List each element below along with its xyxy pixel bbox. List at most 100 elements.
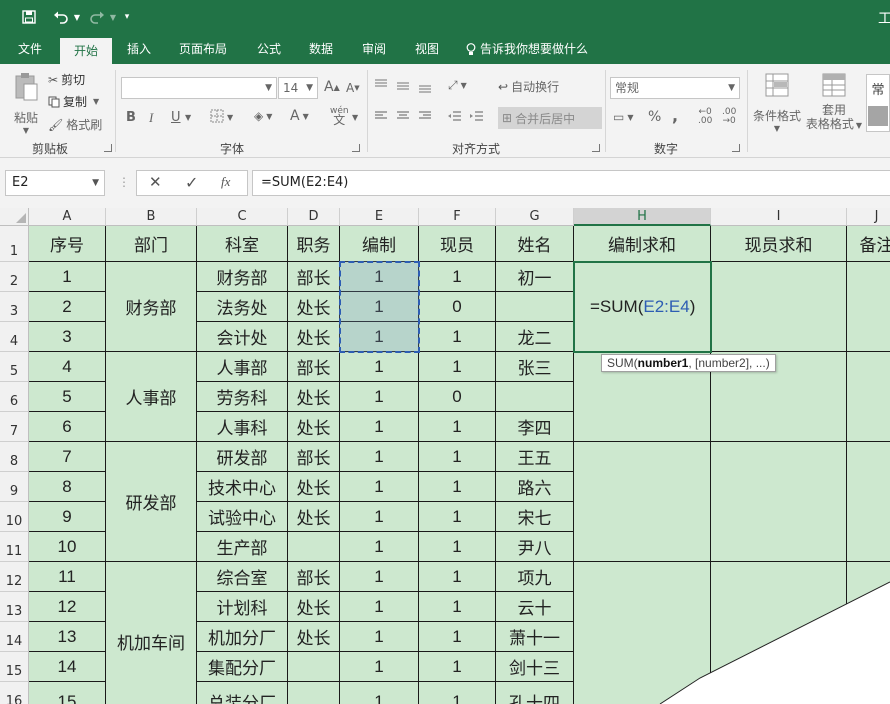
align-bottom-button[interactable] [418,82,432,94]
tab-insert[interactable]: 插入 [118,34,160,64]
header-cell-j[interactable]: 备注 [847,226,890,262]
cell-e5[interactable]: 1 [340,352,419,382]
tab-home[interactable]: 开始 [60,38,112,64]
cell-c14[interactable]: 机加分厂 [197,622,288,652]
copy-button[interactable]: 复制 ▼ [48,93,99,110]
phonetic-dropdown-icon[interactable]: ▼ [352,113,358,122]
cell-f3[interactable]: 0 [419,292,496,322]
cell-c11[interactable]: 生产部 [197,532,288,562]
tab-file[interactable]: 文件 [8,34,52,64]
cell-a6[interactable]: 5 [29,382,106,412]
font-size-combo[interactable]: 14 ▼ [278,77,318,99]
cell-d8[interactable]: 部长 [288,442,340,472]
sum-cell-i2[interactable] [711,262,847,352]
save-icon[interactable] [18,6,40,28]
cell-e6[interactable]: 1 [340,382,419,412]
cell-c4[interactable]: 会计处 [197,322,288,352]
cell-f7[interactable]: 1 [419,412,496,442]
row-header-15[interactable]: 15 [0,652,29,682]
cell-g6[interactable] [496,382,574,412]
cell-e14[interactable]: 1 [340,622,419,652]
cell-a11[interactable]: 10 [29,532,106,562]
cell-d4[interactable]: 处长 [288,322,340,352]
row-header-4[interactable]: 4 [0,322,29,352]
cell-g4[interactable]: 龙二 [496,322,574,352]
cell-f13[interactable]: 1 [419,592,496,622]
cell-f4[interactable]: 1 [419,322,496,352]
italic-button[interactable]: I [149,110,153,126]
department-cell[interactable]: 人事部 [106,352,197,442]
cell-g15[interactable]: 剑十三 [496,652,574,682]
decrease-indent-button[interactable] [448,110,462,122]
align-top-button[interactable] [374,78,388,90]
cell-c13[interactable]: 计划科 [197,592,288,622]
cell-e13[interactable]: 1 [340,592,419,622]
cell-f5[interactable]: 1 [419,352,496,382]
align-left-button[interactable] [374,110,388,122]
cell-a5[interactable]: 4 [29,352,106,382]
tell-me-search[interactable]: 告诉我你想要做什么 [466,34,596,64]
cell-a4[interactable]: 3 [29,322,106,352]
cell-d12[interactable]: 部长 [288,562,340,592]
cell-d16[interactable] [288,682,340,704]
cell-e7[interactable]: 1 [340,412,419,442]
cell-a14[interactable]: 13 [29,622,106,652]
row-header-13[interactable]: 13 [0,592,29,622]
merge-center-button[interactable]: ⊞ 合并后居中 [498,107,602,129]
cell-f14[interactable]: 1 [419,622,496,652]
align-center-button[interactable] [396,110,410,122]
cell-e3[interactable]: 1 [340,292,419,322]
function-tooltip[interactable]: SUM(number1, [number2], ...) [601,354,776,372]
column-header-f[interactable]: F [419,208,496,226]
underline-button[interactable]: U [171,110,181,125]
header-cell-b[interactable]: 部门 [106,226,197,262]
grow-font-button[interactable]: A ▲ [324,79,340,95]
cell-d5[interactable]: 部长 [288,352,340,382]
cell-a15[interactable]: 14 [29,652,106,682]
cell-d9[interactable]: 处长 [288,472,340,502]
cell-a2[interactable]: 1 [29,262,106,292]
cell-f10[interactable]: 1 [419,502,496,532]
undo-icon[interactable] [48,6,74,28]
cell-g3[interactable] [496,292,574,322]
cell-g14[interactable]: 萧十一 [496,622,574,652]
worksheet-grid[interactable]: A B C D E F G H I J 1 2 3 4 5 6 7 8 9 10 11 12 13 14 15 16 序号 部门 科室职… [0,208,890,704]
cell-a12[interactable]: 11 [29,562,106,592]
cell-c10[interactable]: 试验中心 [197,502,288,532]
font-launcher-icon[interactable] [352,144,360,152]
cell-e8[interactable]: 1 [340,442,419,472]
row-header-5[interactable]: 5 [0,352,29,382]
column-header-c[interactable]: C [197,208,288,226]
cell-f16[interactable]: 1 [419,682,496,704]
cell-e11[interactable]: 1 [340,532,419,562]
header-cell-a[interactable]: 序号 [29,226,106,262]
column-header-a[interactable]: A [29,208,106,226]
row-header-6[interactable]: 6 [0,382,29,412]
sum-cell-j5[interactable] [847,352,890,442]
cell-d3[interactable]: 处长 [288,292,340,322]
cell-c9[interactable]: 技术中心 [197,472,288,502]
cell-d11[interactable] [288,532,340,562]
font-color-button[interactable]: A ▼ [290,108,309,124]
cell-c3[interactable]: 法务处 [197,292,288,322]
clipboard-launcher-icon[interactable] [104,144,112,152]
department-cell[interactable]: 研发部 [106,442,197,562]
phonetic-button[interactable]: wén 文 [330,107,349,127]
number-launcher-icon[interactable] [732,144,740,152]
tab-view[interactable]: 视图 [406,34,448,64]
cell-e16[interactable]: 1 [340,682,419,704]
row-header-16[interactable]: 16 [0,682,29,704]
cell-f8[interactable]: 1 [419,442,496,472]
department-cell[interactable]: 财务部 [106,262,197,352]
cell-c15[interactable]: 集配分厂 [197,652,288,682]
align-right-button[interactable] [418,110,432,122]
enter-icon[interactable]: ✓ [185,173,198,192]
paste-button[interactable]: 粘贴 ▼ [8,72,44,135]
sum-cell-i8[interactable] [711,442,847,562]
column-header-j[interactable]: J [847,208,890,226]
cell-e9[interactable]: 1 [340,472,419,502]
accounting-format-button[interactable]: ▭ ▼ [613,110,634,124]
cut-button[interactable]: ✂ 剪切 [48,71,85,88]
increase-indent-button[interactable] [470,110,484,122]
orientation-button[interactable]: ⤢ ▼ [448,78,467,93]
